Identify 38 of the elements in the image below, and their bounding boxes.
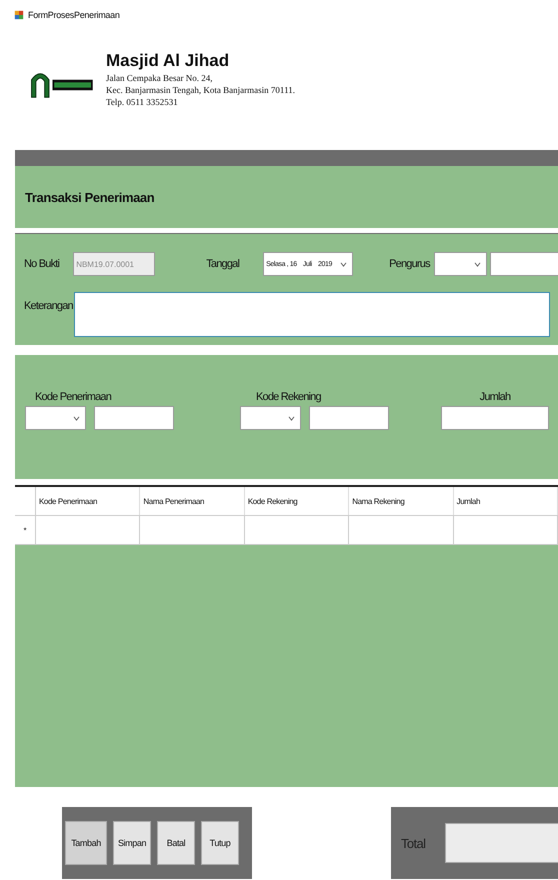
action-button[interactable]: Simpan bbox=[113, 821, 151, 865]
column-header: Nama Penerimaan bbox=[143, 496, 204, 506]
nama-rekening-field[interactable] bbox=[309, 406, 389, 430]
column-header: Jumlah bbox=[456, 496, 480, 506]
field-label: Kode Penerimaan bbox=[35, 391, 112, 403]
field-label: Keterangan bbox=[24, 300, 73, 312]
section-title: Transaksi Penerimaan bbox=[25, 190, 154, 204]
column-header: Nama Rekening bbox=[352, 496, 404, 506]
chevron-down-icon bbox=[73, 416, 80, 420]
chevron-down-icon bbox=[474, 262, 481, 266]
field-label: Pengurus bbox=[389, 258, 430, 270]
field-label: Kode Rekening bbox=[256, 391, 322, 403]
chevron-down-icon bbox=[288, 416, 295, 420]
address-line: Telp. 0511 3352531 bbox=[106, 96, 179, 108]
action-button[interactable]: Tutup bbox=[201, 821, 239, 865]
organization-name: Masjid Al Jihad bbox=[106, 50, 230, 72]
pengurus-dropdown[interactable] bbox=[434, 252, 487, 276]
pengurus-name-field[interactable] bbox=[490, 252, 558, 276]
chevron-down-icon bbox=[340, 262, 348, 266]
total-label: Total bbox=[401, 836, 426, 850]
column-header: Kode Rekening bbox=[248, 496, 298, 506]
field-label: Jumlah bbox=[480, 391, 510, 403]
nama-penerimaan-field[interactable] bbox=[94, 406, 174, 430]
keterangan-field[interactable] bbox=[74, 292, 550, 337]
address-line: Kec. Banjarmasin Tengah, Kota Banjarmasin 70111. bbox=[106, 84, 295, 96]
app-icon bbox=[14, 9, 24, 21]
kode-rekening-dropdown[interactable] bbox=[240, 406, 301, 430]
field-label: No Bukti bbox=[24, 258, 60, 270]
field-label: Tanggal bbox=[206, 258, 240, 270]
address-line: Jalan Cempaka Besar No. 24, bbox=[106, 72, 214, 84]
jumlah-field[interactable] bbox=[441, 406, 549, 430]
window-title: FormProsesPenerimaan bbox=[28, 10, 120, 20]
total-field[interactable] bbox=[445, 823, 558, 863]
action-button[interactable]: Batal bbox=[157, 821, 195, 865]
kode-penerimaan-dropdown[interactable] bbox=[25, 406, 86, 430]
column-header: Kode Penerimaan bbox=[39, 496, 98, 506]
new-row-marker: * bbox=[23, 526, 27, 534]
action-button[interactable]: Tambah bbox=[65, 821, 107, 865]
